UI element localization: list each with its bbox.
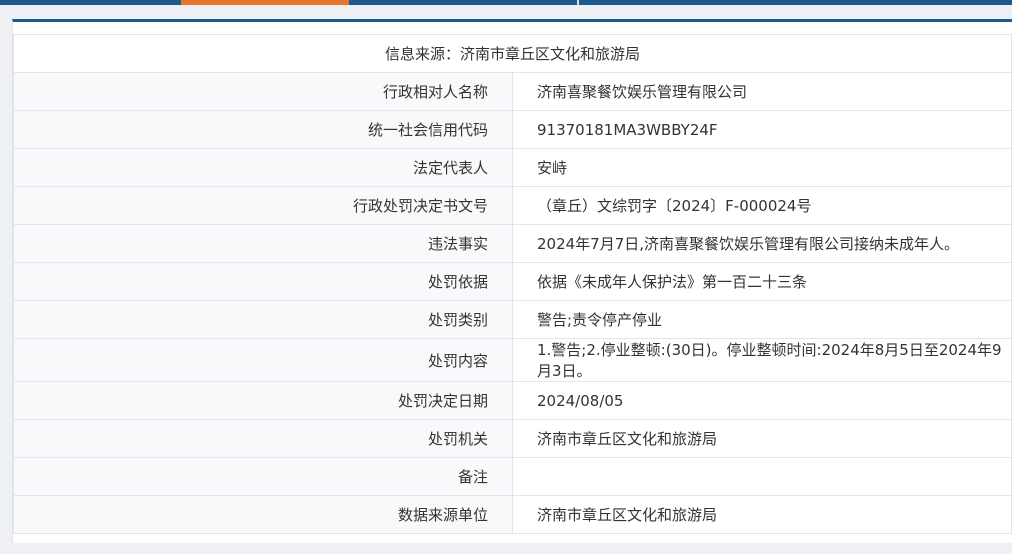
table-row: 法定代表人 安峙	[13, 148, 1012, 187]
table-row: 数据来源单位 济南市章丘区文化和旅游局	[13, 495, 1012, 534]
nav-separator	[577, 0, 579, 5]
table-row: 违法事实 2024年7月7日,济南喜聚餐饮娱乐管理有限公司接纳未成年人。	[13, 224, 1012, 263]
row-value: 91370181MA3WBBY24F	[512, 110, 1012, 149]
row-value: 1.警告;2.停业整顿:(30日)。停业整顿时间:2024年8月5日至2024年…	[512, 338, 1012, 382]
table-row: 行政处罚决定书文号 （章丘）文综罚字〔2024〕F-000024号	[13, 186, 1012, 225]
row-value: 警告;责令停产停业	[512, 300, 1012, 339]
table-row: 处罚机关 济南市章丘区文化和旅游局	[13, 419, 1012, 458]
row-value: 2024年7月7日,济南喜聚餐饮娱乐管理有限公司接纳未成年人。	[512, 224, 1012, 263]
table-row: 统一社会信用代码 91370181MA3WBBY24F	[13, 110, 1012, 149]
table-row: 行政相对人名称 济南喜聚餐饮娱乐管理有限公司	[13, 72, 1012, 111]
row-value: 安峙	[512, 148, 1012, 187]
row-value: 济南喜聚餐饮娱乐管理有限公司	[512, 72, 1012, 111]
row-value: 2024/08/05	[512, 381, 1012, 420]
row-value	[512, 457, 1012, 496]
row-label: 处罚类别	[13, 300, 513, 339]
row-label: 处罚决定日期	[13, 381, 513, 420]
table-row: 处罚依据 依据《未成年人保护法》第一百二十三条	[13, 262, 1012, 301]
row-value: 济南市章丘区文化和旅游局	[512, 419, 1012, 458]
row-label: 统一社会信用代码	[13, 110, 513, 149]
info-source-text: 信息来源：济南市章丘区文化和旅游局	[13, 34, 1012, 73]
row-label: 违法事实	[13, 224, 513, 263]
table-row: 处罚决定日期 2024/08/05	[13, 381, 1012, 420]
info-panel: 信息来源：济南市章丘区文化和旅游局 行政相对人名称 济南喜聚餐饮娱乐管理有限公司…	[12, 19, 1012, 543]
row-value: 济南市章丘区文化和旅游局	[512, 495, 1012, 534]
row-label: 处罚依据	[13, 262, 513, 301]
row-label: 处罚机关	[13, 419, 513, 458]
row-label: 行政相对人名称	[13, 72, 513, 111]
active-tab-indicator[interactable]	[181, 0, 349, 5]
row-label: 法定代表人	[13, 148, 513, 187]
top-nav-bar	[0, 0, 1012, 5]
row-label: 数据来源单位	[13, 495, 513, 534]
source-row: 信息来源：济南市章丘区文化和旅游局	[13, 34, 1012, 73]
table-row: 备注	[13, 457, 1012, 496]
row-value: 依据《未成年人保护法》第一百二十三条	[512, 262, 1012, 301]
penalty-info-table: 信息来源：济南市章丘区文化和旅游局 行政相对人名称 济南喜聚餐饮娱乐管理有限公司…	[13, 34, 1012, 534]
row-label: 行政处罚决定书文号	[13, 186, 513, 225]
row-label: 备注	[13, 457, 513, 496]
table-row: 处罚内容 1.警告;2.停业整顿:(30日)。停业整顿时间:2024年8月5日至…	[13, 338, 1012, 382]
row-value: （章丘）文综罚字〔2024〕F-000024号	[512, 186, 1012, 225]
table-row: 处罚类别 警告;责令停产停业	[13, 300, 1012, 339]
row-label: 处罚内容	[13, 338, 513, 382]
